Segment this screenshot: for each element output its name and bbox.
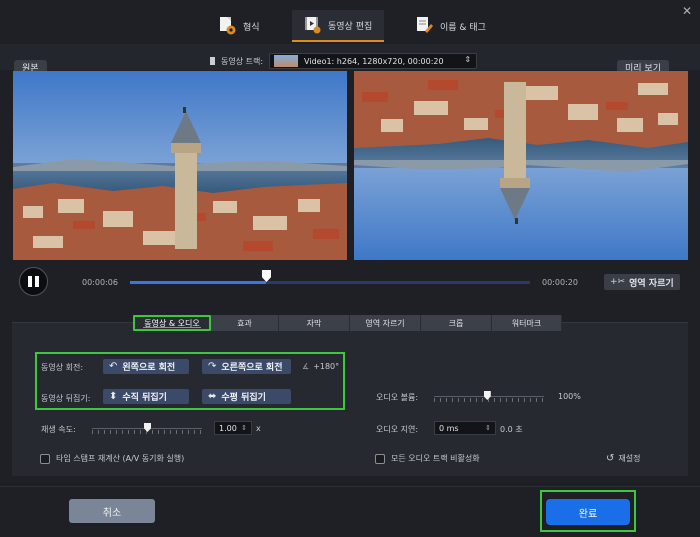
spin-chevron-icon: ⇕ bbox=[241, 424, 247, 432]
delay-value: 0 ms bbox=[439, 423, 459, 433]
original-video bbox=[13, 71, 347, 260]
rotate-right-icon: ↷ bbox=[208, 361, 217, 372]
rotate-left-icon: ↶ bbox=[109, 361, 118, 372]
pause-button[interactable] bbox=[19, 267, 48, 296]
flip-vertical-button[interactable]: ⬍ 수직 뒤집기 bbox=[103, 389, 189, 404]
rotate-right-label: 오른쪽으로 회전 bbox=[221, 363, 283, 373]
cancel-button[interactable]: 취소 bbox=[69, 499, 155, 523]
tab-format-label: 형식 bbox=[243, 22, 260, 33]
video-track-icon bbox=[210, 57, 215, 65]
flip-vertical-label: 수직 뒤집기 bbox=[122, 393, 167, 403]
reset-icon: ↺ bbox=[606, 453, 615, 464]
tab-trim[interactable]: 영역 자르기 bbox=[350, 315, 421, 331]
timeline-slider[interactable] bbox=[130, 281, 530, 284]
delay-input[interactable]: 0 ms ⇕ bbox=[434, 421, 496, 435]
current-time: 00:00:06 bbox=[82, 278, 118, 287]
end-time: 00:00:20 bbox=[542, 278, 578, 287]
format-gear-icon bbox=[219, 16, 237, 36]
speed-label: 재생 속도: bbox=[41, 425, 76, 434]
timeline-progress bbox=[130, 281, 266, 284]
video-edit-icon bbox=[304, 15, 322, 35]
flip-horizontal-icon: ⬌ bbox=[208, 391, 217, 402]
speed-unit: x bbox=[256, 424, 261, 433]
close-icon[interactable]: ✕ bbox=[682, 4, 692, 18]
pause-icon-bar-right bbox=[35, 276, 39, 287]
flip-horizontal-button[interactable]: ⬌ 수평 뒤집기 bbox=[202, 389, 291, 404]
volume-value: 100% bbox=[558, 392, 581, 401]
reset-button[interactable]: ↺ 재설정 bbox=[606, 453, 640, 464]
rotate-value-text: +180° bbox=[313, 362, 340, 371]
tab-crop[interactable]: 크롭 bbox=[421, 315, 492, 331]
spin-chevron-icon: ⇕ bbox=[485, 424, 491, 432]
flip-horizontal-label: 수평 뒤집기 bbox=[221, 393, 266, 403]
video-track-value: Video1: h264, 1280x720, 00:00:20 bbox=[304, 56, 444, 66]
volume-label: 오디오 볼륨: bbox=[376, 393, 419, 402]
disable-audio-checkbox-row[interactable]: 모든 오디오 트랙 비활성화 bbox=[375, 453, 480, 464]
tab-effects[interactable]: 효과 bbox=[211, 315, 279, 331]
tag-edit-icon bbox=[416, 16, 434, 36]
disable-audio-checkbox[interactable] bbox=[375, 453, 385, 464]
delay-seconds: 0.0 초 bbox=[500, 425, 523, 434]
angle-icon: ∡ bbox=[302, 362, 310, 371]
tab-watermark[interactable]: 워터마크 bbox=[492, 315, 562, 331]
updown-chevron-icon: ⇕ bbox=[464, 55, 472, 64]
timestamp-checkbox[interactable] bbox=[40, 453, 50, 464]
preview-video bbox=[354, 71, 688, 260]
video-thumbnail bbox=[274, 55, 299, 67]
tab-format[interactable]: 형식 bbox=[219, 10, 260, 42]
pause-icon-bar-left bbox=[28, 276, 32, 287]
rotate-left-button[interactable]: ↶ 왼쪽으로 회전 bbox=[103, 359, 189, 374]
rotate-right-button[interactable]: ↷ 오른쪽으로 회전 bbox=[202, 359, 291, 374]
flip-label: 동영상 뒤집기: bbox=[41, 394, 91, 403]
video-track-label: 동영상 트랙: bbox=[221, 56, 264, 66]
timestamp-checkbox-label: 타임 스탬프 재계산 (A/V 동기화 실행) bbox=[56, 454, 185, 463]
trim-button[interactable]: +✂ 영역 자르기 bbox=[604, 274, 680, 290]
tab-video-edit[interactable]: 동영상 편집 bbox=[292, 10, 385, 42]
reset-label: 재설정 bbox=[618, 454, 641, 463]
original-video-frame bbox=[13, 71, 347, 260]
delay-label: 오디오 지연: bbox=[376, 425, 419, 434]
preview-video-frame bbox=[354, 71, 688, 260]
tab-name-tag-label: 이름 & 태그 bbox=[440, 22, 486, 33]
rotate-label: 동영상 회전: bbox=[41, 363, 84, 372]
tab-video-edit-label: 동영상 편집 bbox=[328, 21, 373, 32]
timestamp-checkbox-row[interactable]: 타임 스탬프 재계산 (A/V 동기화 실행) bbox=[40, 453, 184, 464]
tab-video-audio[interactable]: 동영상 & 오디오 bbox=[133, 315, 211, 331]
speed-value: 1.00 bbox=[219, 423, 237, 433]
tab-name-tag[interactable]: 이름 & 태그 bbox=[416, 10, 486, 42]
rotate-left-label: 왼쪽으로 회전 bbox=[122, 363, 176, 373]
video-track-select[interactable]: Video1: h264, 1280x720, 00:00:20 ⇕ bbox=[269, 53, 478, 69]
trim-button-label: 영역 자르기 bbox=[629, 278, 674, 289]
tab-subtitles[interactable]: 자막 bbox=[279, 315, 350, 331]
disable-audio-checkbox-label: 모든 오디오 트랙 비활성화 bbox=[391, 454, 480, 463]
volume-ticks bbox=[434, 398, 544, 402]
video-track-row: 동영상 트랙: Video1: h264, 1280x720, 00:00:20… bbox=[210, 53, 478, 69]
rotate-value: ∡ +180° bbox=[302, 362, 339, 371]
speed-input[interactable]: 1.00 ⇕ bbox=[214, 421, 252, 435]
flip-vertical-icon: ⬍ bbox=[109, 391, 118, 402]
done-button[interactable]: 완료 bbox=[546, 499, 630, 525]
plus-scissors-icon: +✂ bbox=[610, 277, 626, 287]
